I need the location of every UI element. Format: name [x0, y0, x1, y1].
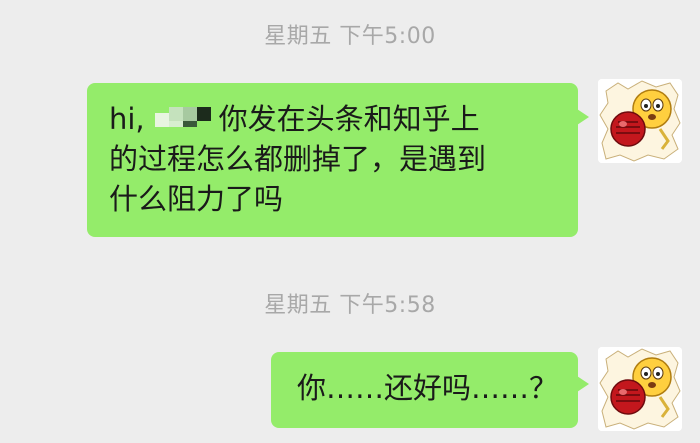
user-avatar[interactable] [598, 79, 682, 163]
message-line: 什么阻力了吗 [109, 182, 284, 216]
message-text: 你发在头条和知乎上 [218, 102, 480, 136]
chat-timestamp: 星期五 下午5:00 [264, 24, 436, 49]
message-text: 你……还好吗……？ [297, 371, 559, 405]
redacted-name [147, 105, 217, 131]
chat-timestamp: 星期五 下午5:58 [264, 293, 436, 318]
saitama-punch-icon [598, 347, 682, 431]
message-bubble[interactable]: hi, 你发在头条和知乎上 的过程怎么都删掉了，是遇到 什么阻力了吗 [87, 83, 589, 237]
message-greeting: hi, [109, 102, 145, 136]
message-line: 的过程怎么都删掉了，是遇到 [109, 142, 487, 176]
saitama-punch-icon [598, 79, 682, 163]
message-line: hi, 你发在头条和知乎上 [109, 99, 558, 139]
message-bubble[interactable]: 你……还好吗……？ [271, 352, 589, 428]
user-avatar[interactable] [598, 347, 682, 431]
